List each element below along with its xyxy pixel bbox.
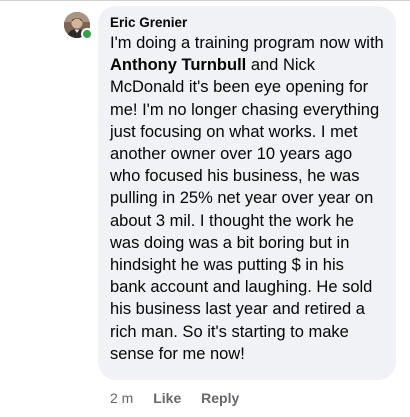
comment-author-name[interactable]: Eric Grenier bbox=[110, 14, 384, 32]
mention-link[interactable]: Anthony Turnbull bbox=[110, 56, 246, 74]
online-status-icon bbox=[81, 28, 93, 40]
comment-actions: 2 m Like Reply bbox=[110, 388, 255, 408]
comment-bubble: Eric Grenier I'm doing a training progra… bbox=[98, 6, 396, 380]
top-divider bbox=[0, 0, 410, 1]
comment-timestamp[interactable]: 2 m bbox=[110, 390, 133, 406]
comment-text-end: and Nick McDonald it's been eye opening … bbox=[110, 56, 380, 363]
comment-text: I'm doing a training program now with An… bbox=[110, 32, 384, 365]
reply-button[interactable]: Reply bbox=[201, 390, 239, 406]
comment-container: Eric Grenier I'm doing a training progra… bbox=[0, 0, 410, 418]
avatar-wrapper[interactable] bbox=[64, 12, 93, 40]
like-button[interactable]: Like bbox=[153, 390, 181, 406]
comment-text-start: I'm doing a training program now with bbox=[110, 34, 384, 52]
